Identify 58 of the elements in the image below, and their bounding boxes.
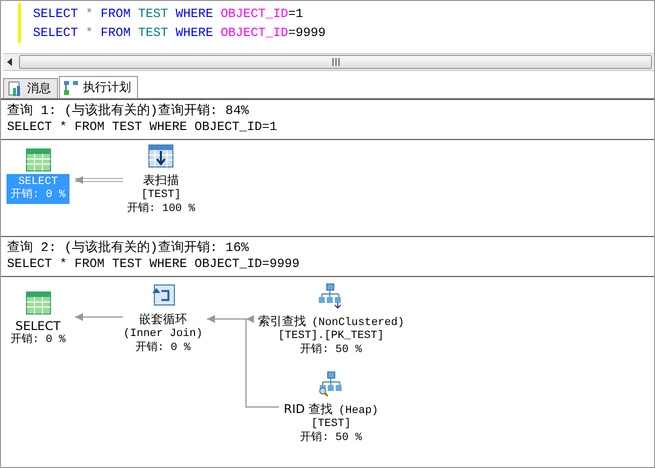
operator-label[interactable]: 索引查找 (NonClustered) [TEST].[PK_TEST] 开销: 50 % [254,311,408,359]
index-tree-icon[interactable] [318,283,344,309]
result-tab[interactable]: 执行计划 [59,76,138,98]
scrollbar-thumb[interactable] [19,55,652,69]
operator-qualifier: (Heap) [338,405,378,418]
operator-label[interactable]: 表扫描 [TEST] 开销: 100 % [122,170,200,218]
operator-cost: 开销: 0 % [135,341,190,355]
code-token: =1 [288,7,304,21]
flow-arrow [75,313,123,321]
document-icon [7,80,23,96]
table-scan-icon[interactable] [148,144,174,168]
operator-name: SELECT [18,176,58,188]
code-token: TEST [138,7,168,21]
operator-cost: 开销: 100 % [126,202,196,216]
code-token: WHERE [176,7,214,21]
result-grid-icon[interactable] [25,291,51,315]
code-token: SELECT [33,7,78,21]
grip-icon [330,58,340,66]
operator-label[interactable]: RID 查找 (Heap) [TEST] 开销: 50 % [280,399,382,447]
query-cost-header: 查询 2: (与该批有关的)查询开销: 16% [7,239,250,256]
code-token: FROM [100,26,131,40]
code-token: FROM [100,7,131,21]
code-token: * [86,26,94,40]
operator-name: 表扫描 [143,172,179,189]
query-text: SELECT * FROM TEST WHERE OBJECT_ID=1 [7,119,278,136]
code-token: OBJECT_ID [220,7,288,21]
operator-cost: 开销: 0 % [10,188,66,202]
operator-detail: (Inner Join) [123,328,203,341]
object-name: [TEST] [311,418,351,431]
flow-arrow [75,176,123,184]
result-grid-icon[interactable] [25,148,51,172]
operator-label[interactable]: SELECT 开销: 0 % [6,317,70,349]
lookup-tree-icon[interactable] [318,371,344,397]
query-text: SELECT * FROM TEST WHERE OBJECT_ID=9999 [7,256,301,273]
change-marker [18,3,21,43]
query-cost-header: 查询 1: (与该批有关的)查询开销: 84% [7,102,250,119]
code-token: * [86,7,94,21]
result-tab[interactable]: 消息 [3,78,58,98]
code-token: WHERE [176,26,214,40]
code-token: SELECT [33,26,78,40]
code-token: OBJECT_ID [220,26,288,40]
operator-cost: 开销: 50 % [300,431,362,445]
code-token: =9999 [288,26,326,40]
operator-qualifier: (NonClustered) [312,317,404,330]
operator-name: RID 查找 [284,401,333,418]
operator-label[interactable]: 嵌套循环 (Inner Join) 开销: 0 % [119,309,207,357]
object-name: [TEST].[PK_TEST] [278,330,384,343]
plan-icon [63,80,79,96]
operator-cost: 开销: 50 % [300,343,362,357]
scroll-left-icon[interactable] [5,57,15,67]
operator-cost: 开销: 0 % [10,333,66,347]
object-name: [TEST] [141,189,181,202]
operator-name: 索引查找 [258,313,306,330]
code-token: TEST [138,26,168,40]
operator-name: 嵌套循环 [139,311,187,328]
horizontal-scrollbar[interactable] [3,53,654,71]
operator-name: SELECT [15,319,61,333]
loop-icon[interactable] [150,283,176,307]
